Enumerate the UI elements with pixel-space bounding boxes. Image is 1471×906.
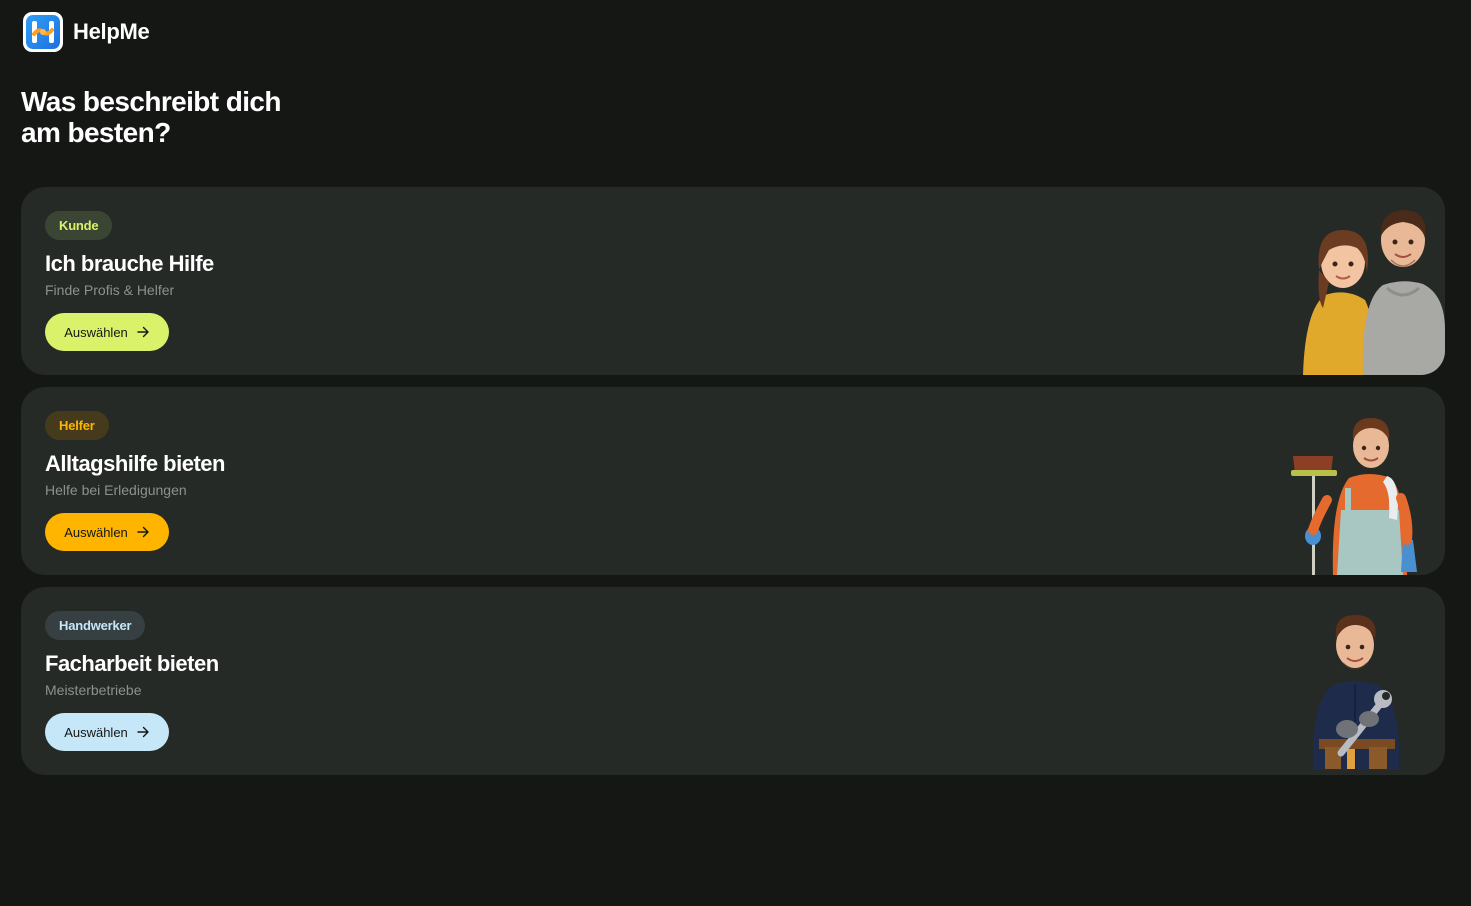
role-card-title: Facharbeit bieten	[45, 651, 219, 676]
role-badge: Handwerker	[45, 611, 146, 640]
arrow-right-icon	[136, 325, 150, 339]
page-heading: Was beschreibt dich am besten?	[21, 86, 281, 148]
role-card-helfer[interactable]: Helfer Alltagshilfe bieten Helfe bei Erl…	[21, 387, 1445, 575]
app-name: HelpMe	[73, 19, 150, 44]
select-button-helfer[interactable]: Auswählen	[45, 513, 169, 551]
select-button-handwerker[interactable]: Auswählen	[45, 713, 169, 751]
select-button-label: Auswählen	[64, 324, 128, 340]
role-selection-page: HelpMe Was beschreibt dich am besten? Ku…	[0, 0, 1471, 906]
craftsman-illustration	[1312, 615, 1400, 770]
role-badge: Helfer	[45, 411, 109, 440]
couple-illustration	[1303, 210, 1445, 375]
role-card-subtitle: Finde Profis & Helfer	[45, 282, 175, 298]
role-card-subtitle: Meisterbetriebe	[45, 682, 142, 698]
select-button-label: Auswählen	[64, 524, 128, 540]
role-card-title: Ich brauche Hilfe	[45, 251, 214, 276]
role-card-handwerker[interactable]: Handwerker Facharbeit bieten Meisterbetr…	[21, 587, 1445, 775]
arrow-right-icon	[136, 525, 150, 539]
select-button-label: Auswählen	[64, 724, 128, 740]
role-cards: Kunde Ich brauche Hilfe Finde Profis & H…	[21, 187, 1445, 787]
role-card-kunde[interactable]: Kunde Ich brauche Hilfe Finde Profis & H…	[21, 187, 1445, 375]
cleaner-illustration	[1291, 418, 1417, 575]
arrow-right-icon	[136, 725, 150, 739]
app-brand: HelpMe	[23, 12, 150, 52]
role-card-title: Alltagshilfe bieten	[45, 451, 225, 476]
role-card-subtitle: Helfe bei Erledigungen	[45, 482, 187, 498]
role-badge: Kunde	[45, 211, 113, 240]
select-button-kunde[interactable]: Auswählen	[45, 313, 169, 351]
app-logo-icon	[23, 12, 63, 52]
